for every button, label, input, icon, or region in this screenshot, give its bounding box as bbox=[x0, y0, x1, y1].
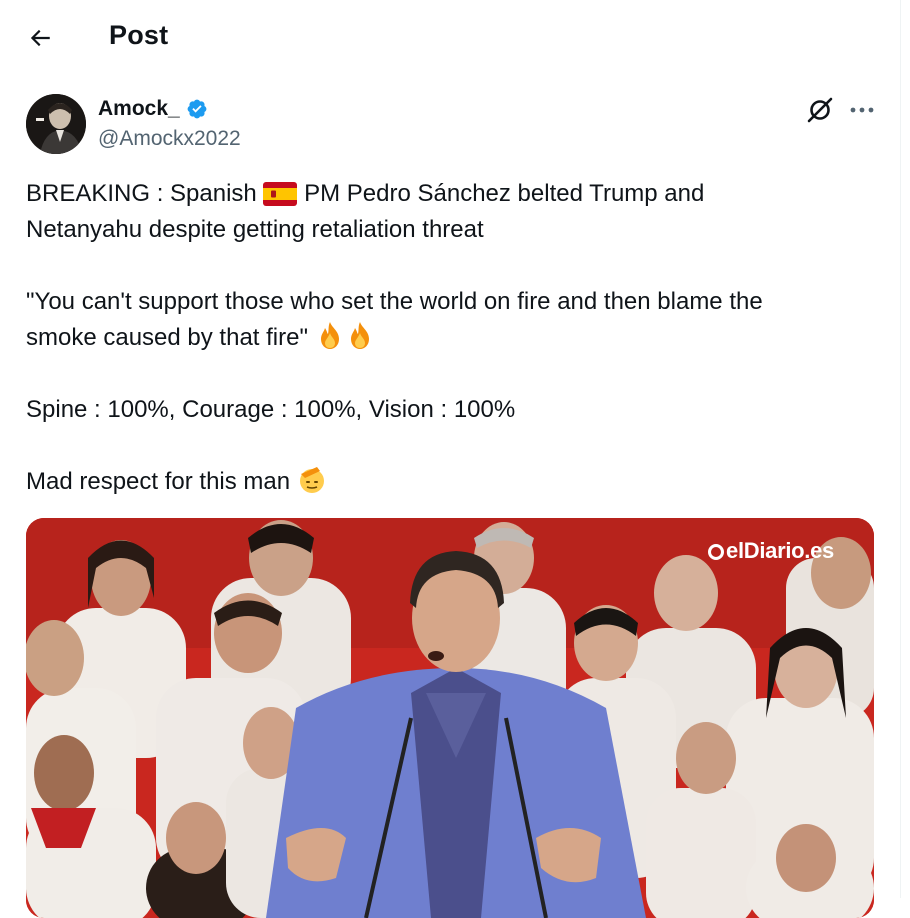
author-handle[interactable]: @Amockx2022 bbox=[98, 127, 241, 151]
author-name[interactable]: Amock_ bbox=[98, 97, 208, 121]
fire-icon bbox=[350, 322, 369, 349]
page-title: Post bbox=[109, 20, 169, 50]
eldiario-logo-icon bbox=[708, 544, 725, 560]
tweet-text-segment: BREAKING : Spanish bbox=[26, 180, 257, 207]
column-divider bbox=[900, 0, 901, 898]
tweet-line: smoke caused by that fire" bbox=[26, 320, 866, 356]
avatar-image bbox=[26, 94, 86, 154]
verified-badge-icon bbox=[187, 99, 207, 119]
tweet-text-segment: smoke caused by that fire" bbox=[26, 324, 308, 351]
tweet-text: BREAKING : Spanish PM Pedro Sánchez belt… bbox=[26, 176, 866, 500]
media-watermark-text: elDiario.es bbox=[726, 538, 834, 563]
arrow-left-icon bbox=[30, 29, 50, 47]
tweet-line: "You can't support those who set the wor… bbox=[26, 288, 763, 315]
tweet-line: BREAKING : Spanish PM Pedro Sánchez belt… bbox=[26, 176, 866, 212]
tweet-line: Netanyahu despite getting retaliation th… bbox=[26, 216, 484, 243]
back-button[interactable] bbox=[20, 18, 60, 58]
tweet-text-segment: Mad respect for this man bbox=[26, 468, 291, 495]
top-bar: Post bbox=[0, 0, 900, 74]
avatar[interactable] bbox=[26, 94, 86, 154]
more-options-button[interactable] bbox=[846, 96, 878, 124]
media-watermark: elDiario.es bbox=[708, 538, 834, 564]
author-display-name: Amock_ bbox=[98, 97, 180, 120]
more-horizontal-icon bbox=[850, 107, 874, 113]
fire-icon bbox=[320, 322, 339, 349]
spain-flag-icon bbox=[263, 182, 298, 206]
rally-photo bbox=[26, 518, 874, 918]
tweet-line: Spine : 100%, Courage : 100%, Vision : 1… bbox=[26, 396, 516, 423]
tweet-text-segment: PM Pedro Sánchez belted Trump and bbox=[304, 180, 705, 207]
grok-icon bbox=[807, 97, 833, 123]
post-media-image[interactable]: elDiario.es bbox=[26, 518, 874, 918]
tweet-line: Mad respect for this man bbox=[26, 464, 866, 500]
grok-button[interactable] bbox=[806, 96, 834, 124]
saluting-face-icon bbox=[299, 467, 324, 493]
